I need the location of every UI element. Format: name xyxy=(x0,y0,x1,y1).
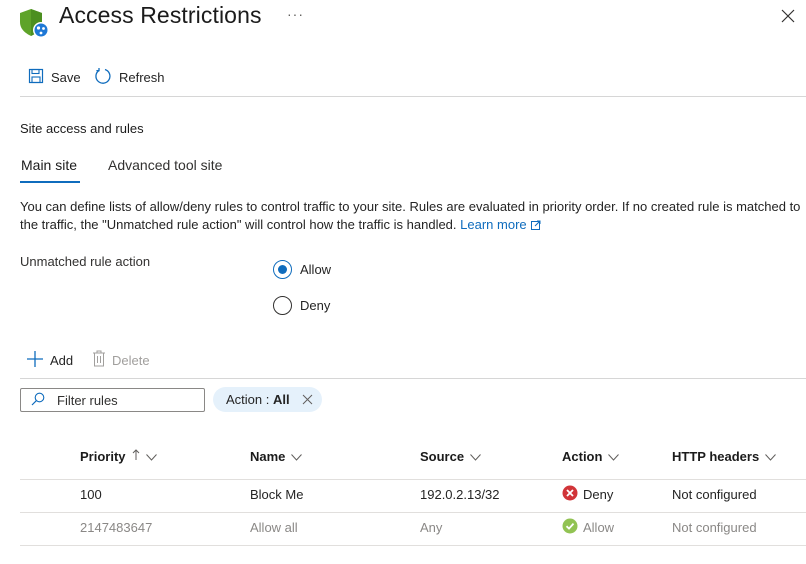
refresh-button[interactable]: Refresh xyxy=(94,66,165,88)
action-filter-label: Action : All xyxy=(226,392,290,407)
chevron-down-icon xyxy=(765,449,777,464)
filter-rules-input[interactable] xyxy=(57,392,187,408)
delete-rule-button[interactable]: Delete xyxy=(92,350,150,370)
chevron-down-icon xyxy=(291,449,303,464)
command-bar-divider xyxy=(20,96,806,97)
row-divider xyxy=(20,512,806,513)
radio-allow[interactable]: Allow xyxy=(273,260,331,279)
column-header-source[interactable]: Source xyxy=(420,449,481,464)
cell-priority: 100 xyxy=(80,487,102,502)
cell-name: Allow all xyxy=(250,520,298,535)
save-icon xyxy=(28,68,44,87)
cell-source: Any xyxy=(420,520,443,535)
external-link-icon xyxy=(530,217,541,235)
add-icon xyxy=(26,350,44,371)
radio-deny-circle[interactable] xyxy=(273,296,292,315)
refresh-icon xyxy=(94,67,112,88)
remove-filter-icon[interactable] xyxy=(302,394,313,405)
close-icon[interactable] xyxy=(780,8,796,24)
column-header-priority[interactable]: Priority xyxy=(80,449,157,464)
column-header-name[interactable]: Name xyxy=(250,449,303,464)
description: You can define lists of allow/deny rules… xyxy=(20,198,806,235)
tab-advanced-tool-site[interactable]: Advanced tool site xyxy=(108,157,222,173)
sort-ascending-icon xyxy=(132,449,140,464)
save-label: Save xyxy=(51,69,81,85)
column-header-http-headers[interactable]: HTTP headers xyxy=(672,449,777,464)
selected-tab-indicator xyxy=(20,181,80,183)
radio-deny-label: Deny xyxy=(300,298,331,313)
checkmark-circle-icon xyxy=(562,518,578,537)
row-divider xyxy=(20,545,806,546)
radio-allow-circle[interactable] xyxy=(273,260,292,279)
tab-main-site[interactable]: Main site xyxy=(21,157,77,173)
cell-http-headers: Not configured xyxy=(672,520,757,535)
delete-icon xyxy=(92,350,106,370)
filter-rules-box[interactable] xyxy=(20,388,205,412)
search-icon xyxy=(31,392,45,409)
page-title: Access Restrictions xyxy=(59,2,262,28)
chevron-down-icon xyxy=(470,449,481,464)
learn-more-link[interactable]: Learn more xyxy=(460,217,541,235)
cell-action: Deny xyxy=(562,485,613,504)
chevron-down-icon xyxy=(145,449,157,464)
section-title: Site access and rules xyxy=(20,121,144,136)
toolbar-divider xyxy=(20,378,806,379)
header-row-divider xyxy=(20,479,806,480)
cell-action: Allow xyxy=(562,518,614,537)
more-options-icon[interactable]: ··· xyxy=(287,6,304,22)
cell-http-headers: Not configured xyxy=(672,487,757,502)
cell-priority: 2147483647 xyxy=(80,520,153,535)
cell-source: 192.0.2.13/32 xyxy=(420,487,500,502)
radio-allow-label: Allow xyxy=(300,262,332,277)
radio-deny[interactable]: Deny xyxy=(273,296,330,315)
chevron-down-icon xyxy=(608,449,620,464)
access-restrictions-shield-icon xyxy=(18,7,50,39)
save-button[interactable]: Save xyxy=(28,66,81,88)
error-circle-icon xyxy=(562,485,578,504)
add-label: Add xyxy=(50,353,74,368)
add-rule-button[interactable]: Add xyxy=(26,350,73,371)
delete-label: Delete xyxy=(112,352,150,368)
cell-name: Block Me xyxy=(250,487,304,502)
description-text: You can define lists of allow/deny rules… xyxy=(20,199,801,232)
unmatched-rule-action-label: Unmatched rule action xyxy=(20,254,151,269)
refresh-label: Refresh xyxy=(119,69,165,85)
column-header-action[interactable]: Action xyxy=(562,449,620,464)
action-filter-pill[interactable]: Action : All xyxy=(213,387,322,412)
